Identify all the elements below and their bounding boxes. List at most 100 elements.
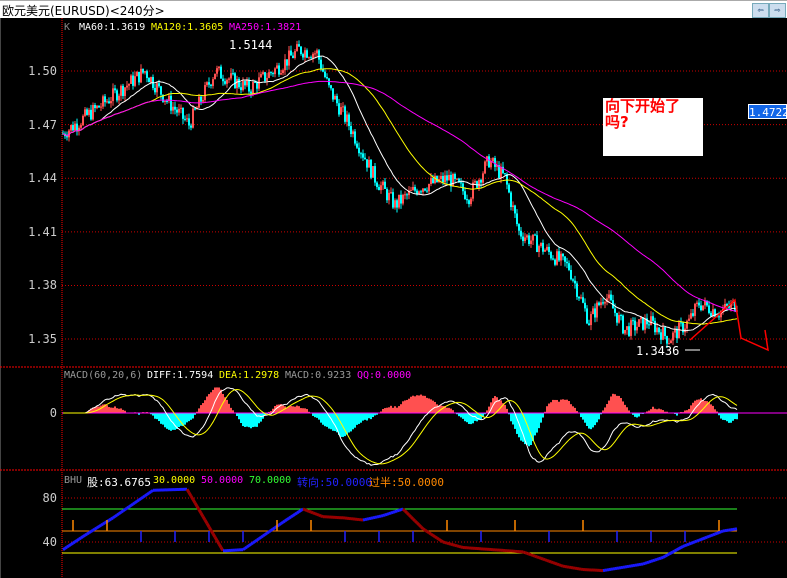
bhu-line [124, 506, 128, 511]
candle [478, 179, 480, 188]
bhu-line [207, 526, 213, 532]
candle [568, 263, 570, 270]
candle [566, 261, 568, 264]
bhu-line [70, 541, 74, 546]
candle [132, 75, 134, 86]
candle [236, 78, 238, 89]
candle [140, 68, 142, 83]
bhu-line [86, 531, 90, 536]
bhu-line [209, 529, 215, 535]
bhu-line [76, 537, 80, 542]
bhu-line [530, 553, 534, 557]
candle [698, 302, 700, 306]
candle [164, 100, 166, 102]
candle [652, 316, 654, 321]
candle [400, 194, 402, 204]
candle [540, 242, 542, 247]
candle [534, 234, 536, 236]
low-price-label: 1.3436 [636, 344, 680, 358]
bhu-line [415, 521, 421, 526]
candle [474, 181, 476, 183]
candle [412, 186, 414, 191]
candle [90, 109, 92, 120]
candle [266, 77, 268, 82]
candle [526, 235, 528, 238]
bhu-line [684, 543, 688, 548]
candle [282, 70, 284, 74]
bhu-line [88, 530, 92, 535]
bhu-line [417, 523, 423, 528]
bhu-line [403, 509, 409, 515]
candle [614, 308, 616, 313]
bhu-line [140, 495, 144, 500]
bhu-line [718, 530, 722, 534]
candle [216, 68, 218, 74]
candle [242, 81, 244, 91]
candle [604, 302, 606, 304]
bhu-line [80, 535, 84, 540]
bhu-line [92, 527, 96, 532]
candle [158, 83, 160, 87]
candle [298, 44, 300, 47]
bhu-line [195, 505, 201, 511]
bhu-line [308, 509, 312, 514]
candle [88, 109, 90, 115]
bhu-line [150, 489, 154, 493]
bhu-line [716, 531, 720, 535]
ma250-legend: MA250:1.3821 [229, 22, 302, 33]
candle [472, 182, 474, 199]
bhu-70: 70.0000 [249, 475, 292, 486]
candle [440, 175, 442, 179]
bhu-line [268, 529, 272, 534]
candle [354, 131, 356, 144]
bhu-line [396, 508, 400, 513]
bhu-line [244, 545, 248, 550]
bhu-line [456, 544, 460, 548]
bhu-line [284, 518, 288, 523]
candle [364, 157, 366, 160]
candle [558, 251, 560, 261]
bhu-line [682, 544, 686, 548]
bhu-line [428, 531, 432, 536]
bhu-line [678, 546, 682, 550]
bhu-line [666, 552, 670, 557]
bhu-line [262, 533, 266, 538]
candle [588, 323, 590, 326]
bhu-line [540, 556, 544, 561]
price-chart[interactable] [0, 0, 787, 578]
candle [284, 59, 286, 71]
candle [578, 296, 580, 299]
candle [470, 198, 472, 205]
bhu-line [450, 542, 454, 547]
candle [586, 308, 588, 324]
bhu-line [185, 488, 191, 494]
y-tick: 1.50 [28, 64, 57, 78]
candle [308, 57, 310, 59]
candle [616, 312, 618, 323]
candle [126, 85, 128, 88]
candle [378, 187, 380, 191]
y-tick: 1.44 [28, 171, 57, 185]
bhu-line [652, 558, 656, 563]
candle [500, 166, 502, 178]
bhu-line [197, 508, 203, 514]
candle [680, 322, 682, 324]
bhu-line [388, 511, 392, 516]
candle [658, 327, 660, 333]
bhu-line [536, 555, 540, 560]
bhu-line [64, 545, 68, 550]
candle [642, 317, 644, 330]
bhu-line [454, 543, 458, 548]
candle [136, 71, 138, 77]
candle [250, 91, 252, 94]
candle [210, 84, 212, 86]
candle [628, 326, 630, 336]
bhu-line [248, 542, 252, 547]
candle [632, 320, 634, 322]
candle [660, 332, 662, 340]
candle [662, 327, 664, 340]
candle [536, 235, 538, 252]
bhu-line [272, 526, 276, 531]
bhu-line [642, 561, 646, 566]
annotation-note[interactable]: 向下开始了吗? [603, 98, 703, 156]
